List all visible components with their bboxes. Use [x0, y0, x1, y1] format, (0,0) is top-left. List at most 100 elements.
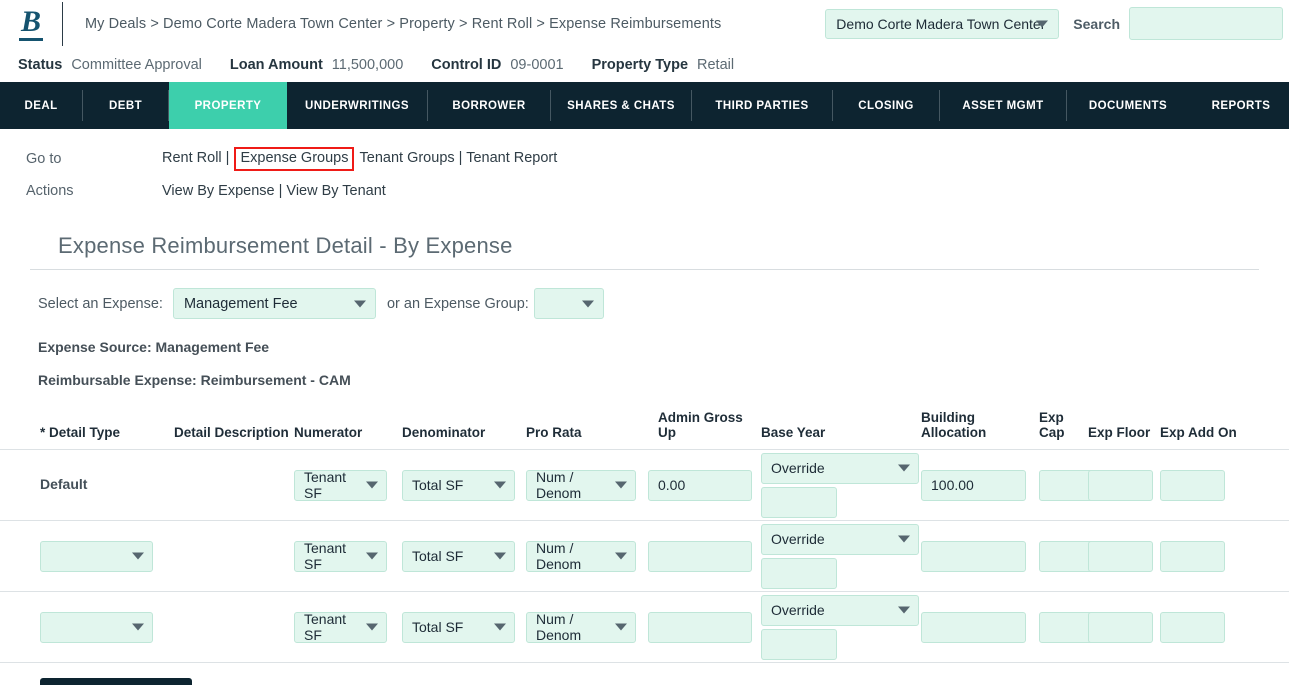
update-button[interactable]: UPDATE	[40, 678, 192, 685]
cell-exp-add-on	[1160, 540, 1242, 572]
cell-numerator: Tenant SF	[294, 611, 402, 643]
denominator-dropdown[interactable]: Total SF	[402, 469, 515, 501]
numerator-value: Tenant SF	[304, 540, 347, 572]
goto-links: Rent Roll | Expense Groups Tenant Groups…	[162, 147, 557, 171]
admin-gross-up-input[interactable]	[648, 540, 752, 572]
chevron-down-icon	[1036, 20, 1049, 27]
exp-add-on-input[interactable]	[1160, 611, 1225, 643]
building-allocation-input[interactable]	[921, 611, 1026, 643]
numerator-dropdown[interactable]: Tenant SF	[294, 540, 387, 572]
cell-denominator: Total SF	[402, 469, 526, 501]
deal-selector-dropdown[interactable]: Demo Corte Madera Town Center	[825, 8, 1060, 39]
tab-deal[interactable]: DEAL	[0, 82, 82, 129]
pro-rata-dropdown[interactable]: Num / Denom	[526, 540, 636, 572]
base-year-value: Override	[771, 602, 825, 618]
cell-exp-add-on	[1160, 611, 1242, 643]
base-year-override-input[interactable]	[761, 628, 837, 660]
cell-numerator: Tenant SF	[294, 469, 402, 501]
exp-floor-input[interactable]	[1088, 611, 1153, 643]
link-expense-groups-highlight[interactable]: Expense Groups	[234, 147, 355, 171]
link-tenant-report[interactable]: Tenant Report	[466, 150, 557, 166]
cell-building-allocation: 100.00	[921, 469, 1039, 501]
chevron-down-icon	[494, 623, 506, 631]
exp-floor-input[interactable]	[1088, 469, 1153, 501]
admin-gross-up-input[interactable]	[648, 611, 752, 643]
denominator-dropdown[interactable]: Total SF	[402, 540, 515, 572]
col-header-exp-cap: Exp Cap	[1039, 410, 1065, 440]
chevron-down-icon	[132, 552, 144, 560]
chevron-down-icon	[366, 623, 378, 631]
col-header-building-allocation: Building Allocation	[921, 410, 987, 440]
link-expense-groups[interactable]: Expense Groups	[240, 150, 348, 166]
cell-denominator: Total SF	[402, 540, 526, 572]
building-allocation-input[interactable]	[921, 540, 1026, 572]
status-label-status: Status	[18, 56, 63, 73]
base-year-value: Override	[771, 531, 825, 547]
tab-closing[interactable]: CLOSING	[833, 82, 939, 129]
numerator-value: Tenant SF	[304, 611, 347, 643]
chevron-down-icon	[898, 535, 910, 543]
tab-debt[interactable]: DEBT	[83, 82, 168, 129]
denominator-value: Total SF	[412, 619, 464, 635]
link-tenant-groups[interactable]: Tenant Groups	[360, 150, 455, 166]
numerator-value: Tenant SF	[304, 469, 347, 501]
link-view-by-expense[interactable]: View By Expense	[162, 183, 275, 199]
select-expense-dropdown[interactable]: Management Fee	[172, 288, 376, 319]
chevron-down-icon	[366, 552, 378, 560]
tab-documents[interactable]: DOCUMENTS	[1067, 82, 1189, 129]
base-year-stack: Override	[761, 523, 921, 589]
tab-borrower[interactable]: BORROWER	[428, 82, 550, 129]
cell-exp-cap	[1039, 611, 1108, 643]
exp-floor-input[interactable]	[1088, 540, 1153, 572]
tab-property[interactable]: PROPERTY	[169, 82, 287, 129]
tab-asset-mgmt[interactable]: ASSET MGMT	[940, 82, 1066, 129]
pro-rata-value: Num / Denom	[536, 540, 582, 572]
tab-shares-chats[interactable]: SHARES & CHATS	[551, 82, 691, 129]
status-value-status: Committee Approval	[71, 56, 202, 73]
denominator-dropdown[interactable]: Total SF	[402, 611, 515, 643]
col-header-base-year: Base Year	[761, 425, 826, 440]
tab-underwritings[interactable]: UNDERWRITINGS	[287, 82, 427, 129]
cell-admin-gross-up	[648, 540, 761, 572]
chevron-down-icon	[615, 481, 627, 489]
base-year-dropdown[interactable]: Override	[761, 523, 919, 555]
detail-type-dropdown[interactable]	[40, 540, 153, 572]
brand-logo[interactable]: B	[0, 0, 62, 47]
base-year-override-input[interactable]	[761, 486, 837, 518]
chevron-down-icon	[615, 552, 627, 560]
col-header-admin-gross-up: Admin Gross Up	[658, 410, 743, 440]
goto-separator-3: |	[454, 150, 467, 167]
col-header-denominator: Denominator	[402, 425, 486, 440]
cell-exp-cap	[1039, 540, 1108, 572]
tab-third-parties[interactable]: THIRD PARTIES	[692, 82, 832, 129]
tab-reports[interactable]: REPORTS	[1189, 82, 1289, 129]
pro-rata-dropdown[interactable]: Num / Denom	[526, 469, 636, 501]
exp-add-on-input[interactable]	[1160, 469, 1225, 501]
admin-gross-up-input[interactable]: 0.00	[648, 469, 752, 501]
numerator-dropdown[interactable]: Tenant SF	[294, 469, 387, 501]
pro-rata-dropdown[interactable]: Num / Denom	[526, 611, 636, 643]
search-label: Search	[1073, 15, 1120, 32]
link-rent-roll[interactable]: Rent Roll	[162, 150, 222, 166]
base-year-override-input[interactable]	[761, 557, 837, 589]
link-view-by-tenant[interactable]: View By Tenant	[286, 183, 385, 199]
table-header-row: * Detail Type Detail Description Numerat…	[0, 410, 1289, 450]
cell-detail-type	[40, 611, 174, 643]
building-allocation-input[interactable]: 100.00	[921, 469, 1026, 501]
detail-type-dropdown[interactable]	[40, 611, 153, 643]
numerator-dropdown[interactable]: Tenant SF	[294, 611, 387, 643]
exp-add-on-input[interactable]	[1160, 540, 1225, 572]
expense-group-label: or an Expense Group:	[386, 295, 529, 312]
status-value-control-id: 09-0001	[510, 56, 564, 73]
base-year-dropdown[interactable]: Override	[761, 594, 919, 626]
search-input[interactable]	[1129, 7, 1283, 40]
cell-numerator: Tenant SF	[294, 540, 402, 572]
expense-group-dropdown[interactable]	[533, 288, 604, 319]
col-header-detail-description: Detail Description	[174, 425, 289, 440]
cell-base-year: Override	[761, 523, 921, 589]
breadcrumb: My Deals > Demo Corte Madera Town Center…	[85, 15, 722, 32]
goto-row: Go to Rent Roll | Expense Groups Tenant …	[0, 143, 1289, 175]
base-year-value: Override	[771, 460, 825, 476]
base-year-dropdown[interactable]: Override	[761, 452, 919, 484]
goto-row-label: Go to	[26, 151, 62, 167]
